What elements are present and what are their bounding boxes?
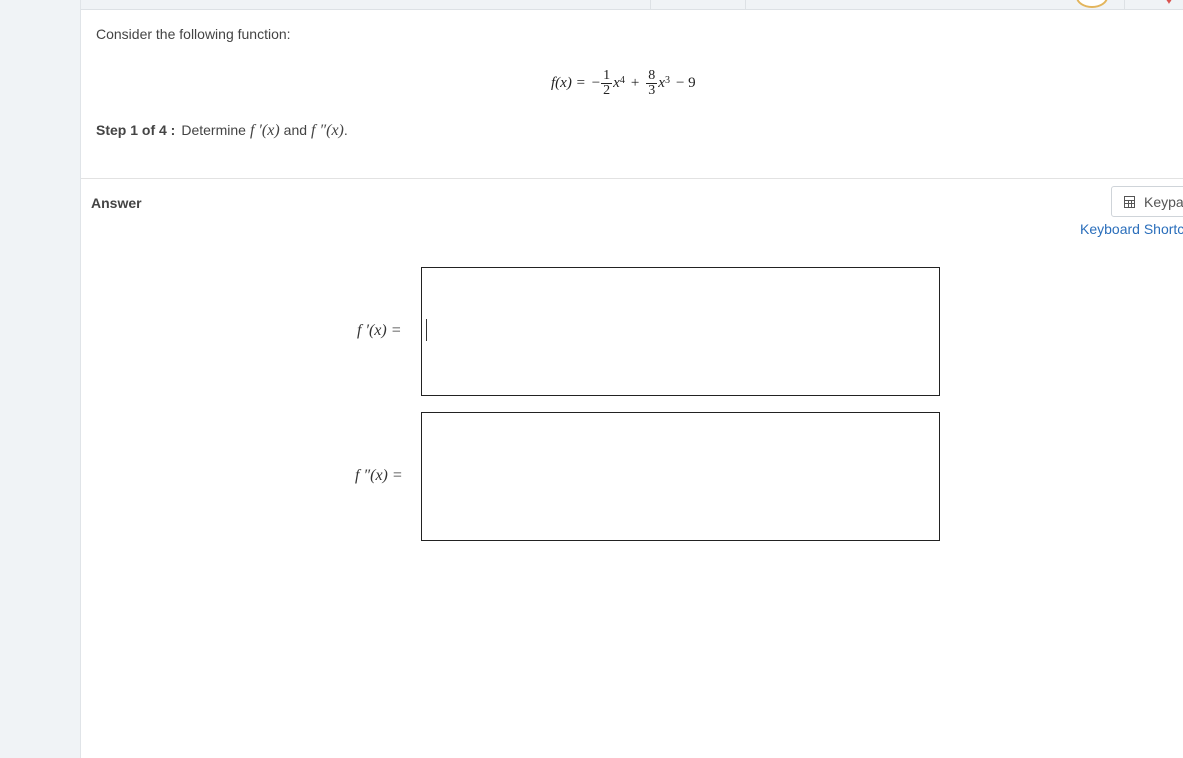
tab-divider	[1124, 0, 1125, 9]
formula-variable: x	[613, 74, 620, 91]
fraction-one-half: 1 2	[601, 67, 613, 98]
fraction-denominator: 3	[646, 82, 658, 98]
fraction-denominator: 2	[601, 82, 613, 98]
formula-minus: −	[591, 74, 601, 91]
step-label: Step 1 of 4 :	[96, 122, 176, 138]
formula-exponent: 4	[619, 74, 625, 86]
top-toolbar-strip	[81, 0, 1183, 10]
function-formula: f(x) = − 1 2 x4 + 8 3 x3 − 9	[551, 63, 696, 103]
step-instruction: Step 1 of 4 : Determine f ′(x) and f ″(x…	[96, 122, 348, 140]
answer-heading: Answer	[91, 195, 142, 211]
question-prompt: Consider the following function:	[96, 26, 291, 42]
formula-constant: − 9	[675, 74, 696, 91]
fraction-eight-thirds: 8 3	[646, 67, 658, 98]
fprime-label: f ′(x) =	[357, 322, 402, 339]
step-and: and	[283, 122, 308, 138]
keypad-label: Keypad	[1144, 193, 1183, 210]
left-rail	[0, 0, 81, 758]
tab-divider	[745, 0, 746, 9]
keyboard-shortcuts-link[interactable]: Keyboard Shortcuts	[1080, 221, 1183, 237]
heart-icon[interactable]: ♥	[1166, 0, 1172, 7]
formula-variable: x	[658, 74, 665, 91]
text-caret	[426, 319, 427, 341]
step-fprime: f ′(x)	[249, 122, 280, 139]
fdoubleprime-answer-input[interactable]	[421, 412, 940, 541]
calculator-icon	[1124, 195, 1135, 208]
step-fdoubleprime: f ″(x)	[311, 122, 344, 139]
step-period: .	[343, 122, 348, 138]
fprime-answer-input[interactable]	[421, 267, 940, 396]
step-text: Determine	[181, 122, 246, 138]
formula-plus: +	[630, 74, 640, 91]
fdoubleprime-label: f ″(x) =	[355, 467, 403, 484]
section-divider	[81, 178, 1183, 179]
tab-divider	[650, 0, 651, 9]
fraction-numerator: 1	[603, 67, 611, 83]
fraction-numerator: 8	[648, 67, 656, 83]
formula-exponent: 3	[664, 74, 670, 86]
formula-lhs: f(x) =	[551, 74, 586, 91]
keypad-button[interactable]: Keypad	[1111, 186, 1183, 217]
